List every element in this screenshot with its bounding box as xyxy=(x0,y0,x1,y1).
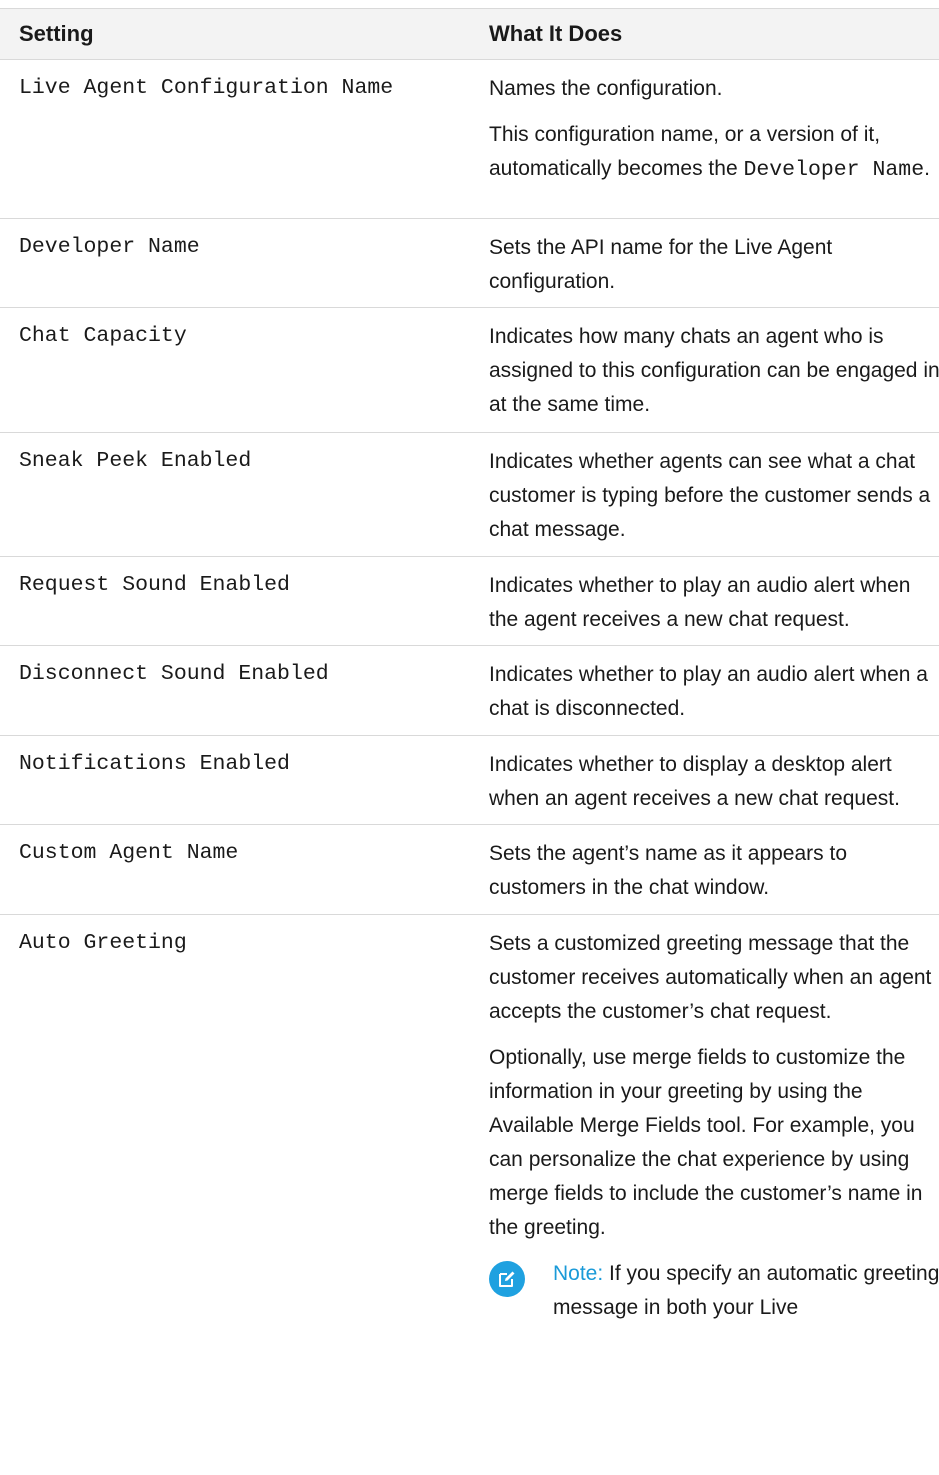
setting-description: Indicates whether agents can see what a … xyxy=(489,450,931,541)
setting-name: Notifications Enabled xyxy=(19,752,290,776)
setting-name: Custom Agent Name xyxy=(19,841,239,865)
description-text: Optionally, use merge fields to customiz… xyxy=(489,1046,923,1239)
column-header-setting: Setting xyxy=(19,21,94,46)
setting-description: Indicates whether to play an audio alert… xyxy=(489,574,911,631)
note-text: If you specify an automatic greeting mes… xyxy=(553,1262,939,1319)
note-label: Note: xyxy=(553,1262,604,1285)
setting-description: Sets the API name for the Live Agent con… xyxy=(489,236,833,293)
note-callout: Note: If you specify an automatic greeti… xyxy=(489,1257,939,1325)
table-row: Chat Capacity Indicates how many chats a… xyxy=(0,308,939,433)
setting-name: Chat Capacity xyxy=(19,324,187,348)
setting-description: Sets the agent’s name as it appears to c… xyxy=(489,842,848,899)
table-row: Notifications Enabled Indicates whether … xyxy=(0,736,939,825)
setting-name: Developer Name xyxy=(19,235,200,259)
setting-name: Live Agent Configuration Name xyxy=(19,76,394,100)
description-text: Sets a customized greeting message that … xyxy=(489,932,932,1023)
setting-name: Sneak Peek Enabled xyxy=(19,449,252,473)
description-text: Names the configuration. xyxy=(489,77,723,100)
table-row: Developer Name Sets the API name for the… xyxy=(0,219,939,308)
table-row: Live Agent Configuration Name Names the … xyxy=(0,60,939,219)
table-row: Custom Agent Name Sets the agent’s name … xyxy=(0,825,939,915)
table-row: Disconnect Sound Enabled Indicates wheth… xyxy=(0,646,939,736)
table-row: Auto Greeting Sets a customized greeting… xyxy=(0,915,939,1475)
setting-description: Indicates how many chats an agent who is… xyxy=(489,325,939,416)
column-header-what-it-does: What It Does xyxy=(489,21,623,46)
table-row: Request Sound Enabled Indicates whether … xyxy=(0,557,939,646)
settings-table: Setting What It Does Live Agent Configur… xyxy=(0,8,939,1475)
table-header: Setting What It Does xyxy=(0,8,939,60)
table-row: Sneak Peek Enabled Indicates whether age… xyxy=(0,433,939,557)
setting-name: Request Sound Enabled xyxy=(19,573,290,597)
setting-description: Indicates whether to play an audio alert… xyxy=(489,663,928,720)
setting-name: Disconnect Sound Enabled xyxy=(19,662,329,686)
description-text: . xyxy=(924,157,930,180)
code-text: Developer Name xyxy=(743,158,925,182)
edit-note-icon xyxy=(489,1261,525,1297)
setting-description: Names the configuration. This configurat… xyxy=(489,72,939,199)
setting-description: Sets a customized greeting message that … xyxy=(489,927,939,1325)
setting-description: Indicates whether to display a desktop a… xyxy=(489,753,900,810)
description-paragraph: This configuration name, or a version of… xyxy=(489,118,939,187)
setting-name: Auto Greeting xyxy=(19,931,187,955)
